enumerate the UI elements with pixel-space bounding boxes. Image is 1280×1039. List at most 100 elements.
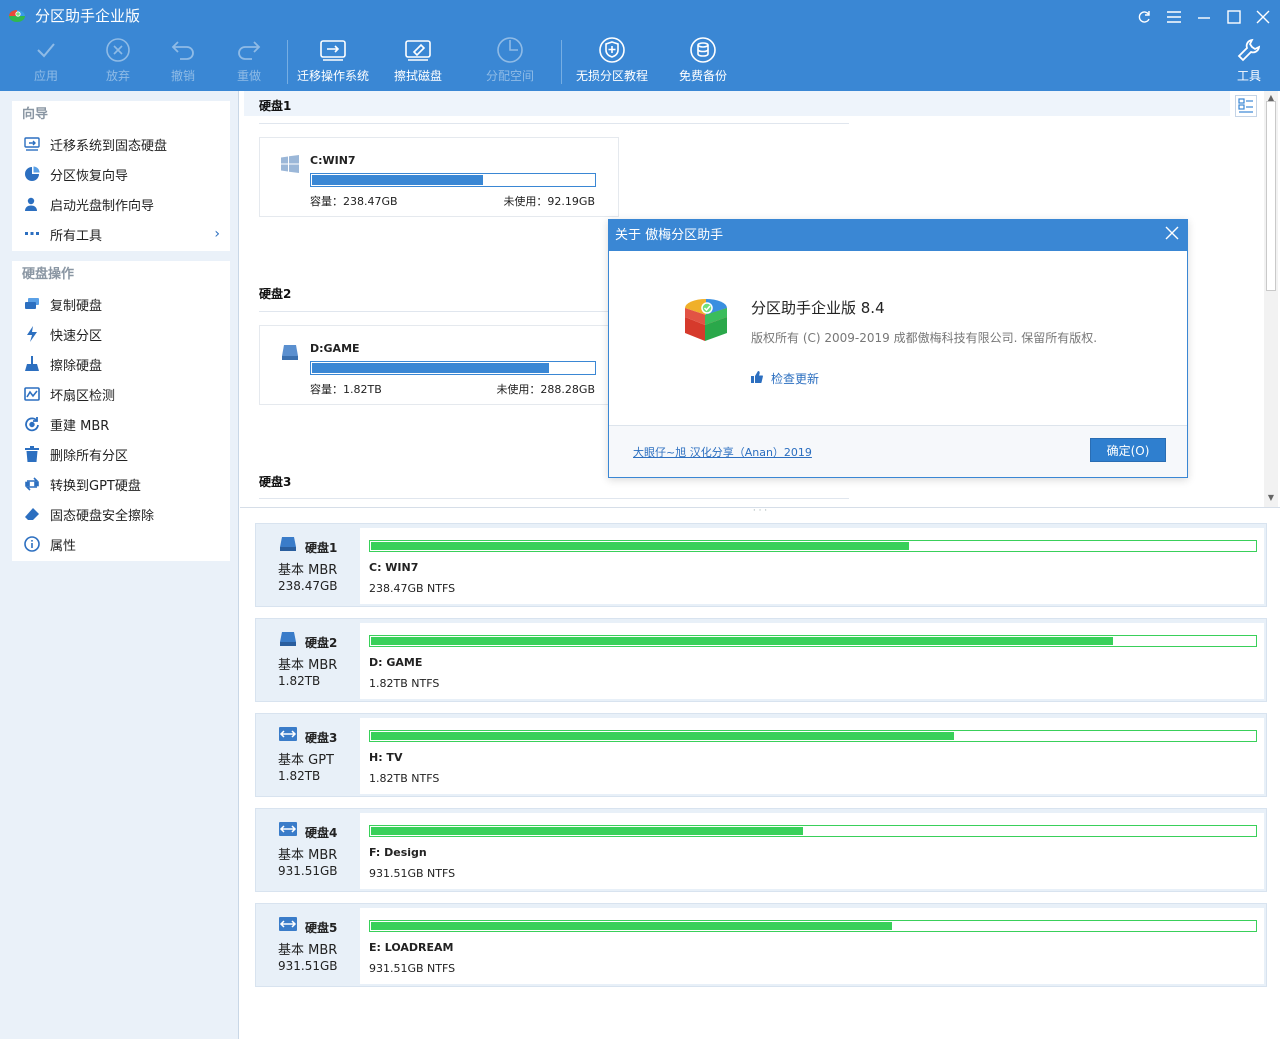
map-disk1-title: 硬盘1 bbox=[259, 99, 292, 113]
external-disk-icon bbox=[279, 727, 297, 741]
dialog-close-icon[interactable] bbox=[1163, 226, 1181, 244]
usage-bar-fill bbox=[312, 363, 549, 373]
sidebar-item-all-tools[interactable]: 所有工具 › bbox=[12, 219, 230, 249]
partition-block[interactable]: C: WIN7 238.47GB NTFS bbox=[360, 528, 1264, 604]
minimize-icon[interactable] bbox=[1191, 4, 1217, 30]
redo-button[interactable]: 重做 bbox=[229, 36, 269, 88]
disk-type: 基本 MBR bbox=[278, 563, 338, 578]
eraser-icon bbox=[24, 506, 40, 522]
undo-button[interactable]: 撤销 bbox=[163, 36, 203, 88]
cancel-circle-icon bbox=[106, 38, 130, 62]
thumb-icon bbox=[751, 371, 765, 386]
partition-card-d[interactable]: D:GAME 容量：1.82TB 未使用：288.28GB bbox=[259, 325, 619, 405]
toolbar-separator bbox=[287, 40, 288, 84]
sidebar-item-delete-all-partitions[interactable]: 删除所有分区 bbox=[12, 439, 230, 469]
migrate-os-button[interactable]: 迁移操作系统 bbox=[296, 36, 370, 88]
disk-type: 基本 MBR bbox=[278, 658, 338, 673]
disk-row[interactable]: 硬盘3 基本 GPT 1.82TB H: TV 1.82TB NTFS bbox=[255, 713, 1267, 797]
wipe-disk-icon bbox=[405, 40, 431, 61]
sidebar-item-ssd-secure-erase[interactable]: 固态硬盘安全擦除 bbox=[12, 499, 230, 529]
scroll-thumb[interactable] bbox=[1266, 101, 1276, 291]
sidebar-item-properties[interactable]: 属性 bbox=[12, 529, 230, 559]
user-icon bbox=[24, 196, 40, 212]
disk-ops-heading: 硬盘操作 bbox=[22, 267, 75, 282]
credit-link[interactable]: 大眼仔~旭 汉化分享（Anan）2019 bbox=[633, 444, 812, 460]
partition-block[interactable]: H: TV 1.82TB NTFS bbox=[360, 718, 1264, 794]
refresh-icon[interactable] bbox=[1131, 4, 1157, 30]
disk-size: 238.47GB bbox=[278, 579, 338, 593]
usage-bar-fill bbox=[371, 827, 804, 835]
disk-name: 硬盘1 bbox=[305, 541, 338, 555]
migrate-icon bbox=[24, 136, 40, 152]
convert-icon bbox=[24, 476, 40, 492]
partition-block[interactable]: F: Design 931.51GB NTFS bbox=[360, 813, 1264, 889]
clock-icon bbox=[497, 37, 523, 63]
wizard-heading: 向导 bbox=[22, 107, 49, 122]
info-icon bbox=[24, 536, 40, 552]
disk-list: 硬盘1 基本 MBR 238.47GB C: WIN7 238.47GB NTF… bbox=[240, 517, 1280, 1039]
partition-free: 未使用：92.19GB bbox=[503, 195, 595, 208]
database-icon bbox=[690, 37, 716, 63]
sidebar-item-partition-recovery[interactable]: 分区恢复向导 bbox=[12, 159, 230, 189]
sidebar-item-migrate-ssd[interactable]: 迁移系统到固态硬盘 bbox=[12, 129, 230, 159]
scroll-down-icon[interactable]: ▼ bbox=[1264, 493, 1278, 503]
disk-type: 基本 MBR bbox=[278, 848, 338, 863]
usage-bar-fill bbox=[371, 922, 892, 930]
tools-button[interactable]: 工具 bbox=[1232, 36, 1266, 88]
disk-row[interactable]: 硬盘5 基本 MBR 931.51GB E: LOADREAM 931.51GB… bbox=[255, 903, 1267, 987]
check-update-link[interactable]: 检查更新 bbox=[751, 370, 819, 387]
partition-name: D:GAME bbox=[310, 342, 360, 355]
disk-size: 1.82TB bbox=[278, 769, 321, 783]
sidebar-item-wipe-disk[interactable]: 擦除硬盘 bbox=[12, 349, 230, 379]
maximize-icon[interactable] bbox=[1221, 4, 1247, 30]
disk-ops-section: 硬盘操作 复制硬盘 快速分区 擦除硬盘 坏扇区检测 重建 MBR 删除所有分区 … bbox=[12, 261, 230, 561]
toolbar-separator bbox=[561, 40, 562, 84]
pane-splitter[interactable]: · · · bbox=[240, 507, 1280, 517]
lightning-icon bbox=[24, 326, 40, 342]
wizard-section: 向导 迁移系统到固态硬盘 分区恢复向导 启动光盘制作向导 所有工具 › bbox=[12, 101, 230, 251]
sidebar-item-bootable-media[interactable]: 启动光盘制作向导 bbox=[12, 189, 230, 219]
partition-free: 未使用：288.28GB bbox=[496, 383, 595, 396]
close-icon[interactable] bbox=[1250, 4, 1276, 30]
disk-row[interactable]: 硬盘4 基本 MBR 931.51GB F: Design 931.51GB N… bbox=[255, 808, 1267, 892]
disk-row[interactable]: 硬盘1 基本 MBR 238.47GB C: WIN7 238.47GB NTF… bbox=[255, 523, 1267, 607]
disk-row[interactable]: 硬盘2 基本 MBR 1.82TB D: GAME 1.82TB NTFS bbox=[255, 618, 1267, 702]
sidebar-item-copy-disk[interactable]: 复制硬盘 bbox=[12, 289, 230, 319]
partition-usage-bar bbox=[369, 540, 1257, 552]
sidebar-item-label: 坏扇区检测 bbox=[50, 388, 116, 404]
partition-card-c[interactable]: C:WIN7 容量：238.47GB 未使用：92.19GB bbox=[259, 137, 619, 217]
left-panel: 向导 迁移系统到固态硬盘 分区恢复向导 启动光盘制作向导 所有工具 › 硬盘操作… bbox=[0, 91, 239, 1039]
backup-button[interactable]: 免费备份 bbox=[677, 36, 729, 88]
product-name: 分区助手企业版 8.4 bbox=[751, 299, 885, 317]
external-disk-icon bbox=[279, 822, 297, 836]
sidebar-item-convert-gpt[interactable]: 转换到GPT硬盘 bbox=[12, 469, 230, 499]
title-toolbar: 分区助手企业版 应用 放弃 撤销 重做 迁移操作系统 擦拭磁盘 分配空间 无损分… bbox=[0, 0, 1280, 91]
broom-icon bbox=[24, 356, 40, 372]
ok-button[interactable]: 确定(O) bbox=[1090, 438, 1166, 462]
partition-label: D: GAME bbox=[369, 656, 423, 669]
map-disk2-title: 硬盘2 bbox=[259, 287, 292, 301]
redo-icon bbox=[238, 41, 261, 60]
disk-name: 硬盘5 bbox=[305, 921, 338, 935]
app-logo-icon bbox=[9, 10, 25, 22]
windows-icon bbox=[281, 155, 299, 173]
discard-button[interactable]: 放弃 bbox=[98, 36, 138, 88]
vertical-scrollbar[interactable]: ▲ ▼ bbox=[1264, 91, 1278, 507]
partition-usage-bar bbox=[369, 825, 1257, 837]
divider bbox=[259, 123, 849, 124]
view-toggle-button[interactable] bbox=[1235, 95, 1257, 117]
partition-block[interactable]: E: LOADREAM 931.51GB NTFS bbox=[360, 908, 1264, 984]
pie-chart-icon bbox=[24, 166, 40, 182]
apply-button[interactable]: 应用 bbox=[26, 36, 66, 88]
sidebar-item-bad-sector-check[interactable]: 坏扇区检测 bbox=[12, 379, 230, 409]
allocate-space-button[interactable]: 分配空间 bbox=[484, 36, 536, 88]
tutorial-button[interactable]: 无损分区教程 bbox=[575, 36, 649, 88]
sidebar-item-quick-partition[interactable]: 快速分区 bbox=[12, 319, 230, 349]
external-disk-icon bbox=[279, 917, 297, 931]
sidebar-item-rebuild-mbr[interactable]: 重建 MBR bbox=[12, 409, 230, 439]
partition-block[interactable]: D: GAME 1.82TB NTFS bbox=[360, 623, 1264, 699]
migrate-icon bbox=[320, 40, 346, 61]
disk-type: 基本 GPT bbox=[278, 753, 334, 768]
wipe-disk-button[interactable]: 擦拭磁盘 bbox=[392, 36, 444, 88]
menu-icon[interactable] bbox=[1161, 4, 1187, 30]
